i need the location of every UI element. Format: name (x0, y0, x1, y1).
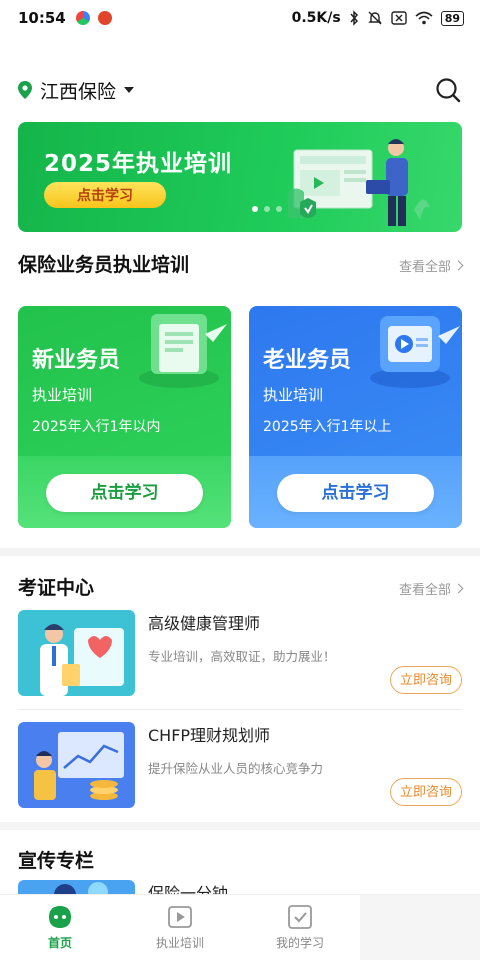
training-view-all[interactable]: 查看全部 (398, 256, 464, 275)
card-description: 2025年入行1年以内 (32, 419, 161, 435)
chevron-right-icon (453, 583, 464, 594)
wifi-icon (415, 11, 433, 25)
cert-item[interactable]: CHFP理财规划师 提升保险从业人员的核心竞争力 立即咨询 (18, 722, 462, 812)
card-title: 新业务员 (32, 348, 121, 373)
sim-off-icon (390, 11, 407, 25)
new-agent-study-button[interactable]: 点击学习 (46, 474, 203, 512)
cert-section-title: 考证中心 (18, 577, 95, 599)
cert-title: CHFP理财规划师 (148, 726, 271, 745)
battery-indicator: 89 (440, 10, 464, 26)
tab-home[interactable]: 首页 (0, 895, 120, 960)
cert-item[interactable]: 高级健康管理师 专业培训，高效取证，助力展业！ 立即咨询 (18, 610, 462, 700)
new-agent-card[interactable]: 新业务员 执业培训 2025年入行1年以内 点击学习 (18, 306, 231, 528)
document-icon (139, 314, 227, 388)
banner-title: 2025年执业培训 (44, 151, 233, 177)
view-all-label: 查看全部 (398, 583, 451, 598)
top-header: 江西保险 (0, 70, 480, 110)
tab-training[interactable]: 执业培训 (120, 895, 240, 960)
play-video-icon (168, 906, 192, 928)
mute-bell-icon (367, 11, 382, 25)
senior-agent-card[interactable]: 老业务员 执业培训 2025年入行1年以上 点击学习 (249, 306, 462, 528)
senior-agent-study-button[interactable]: 点击学习 (277, 474, 434, 512)
consult-button[interactable]: 立即咨询 (390, 778, 462, 806)
promo-section-title: 宣传专栏 (18, 850, 95, 872)
checkbox-icon (288, 905, 312, 929)
city-selector[interactable]: 江西保险 (40, 77, 116, 104)
teacher-illustration (288, 139, 430, 226)
chevron-down-icon[interactable] (124, 87, 135, 93)
carousel-dot[interactable] (252, 206, 258, 212)
list-separator (18, 709, 462, 710)
card-subtitle: 执业培训 (32, 386, 93, 404)
card-subtitle: 执业培训 (263, 386, 324, 404)
home-face-icon (49, 906, 71, 928)
section-divider (0, 548, 480, 556)
promo-banner[interactable]: 2025年执业培训 点击学习 (18, 122, 462, 232)
app-notification-icon (75, 11, 90, 25)
card-description: 2025年入行1年以上 (263, 419, 392, 435)
cert-title: 高级健康管理师 (148, 614, 261, 633)
location-pin-icon (18, 81, 32, 99)
bluetooth-icon (350, 10, 358, 26)
search-icon[interactable] (434, 76, 462, 104)
carousel-dots (252, 206, 282, 212)
consult-button[interactable]: 立即咨询 (390, 666, 462, 694)
section-divider (0, 822, 480, 830)
tab-label: 首页 (47, 936, 72, 950)
tab-label: 执业培训 (155, 936, 204, 950)
view-all-label: 查看全部 (398, 260, 451, 275)
carousel-dot[interactable] (264, 206, 270, 212)
cert-description: 专业培训，高效取证，助力展业！ (148, 649, 336, 664)
cert-description: 提升保险从业人员的核心竞争力 (148, 761, 324, 776)
tab-placeholder (360, 895, 480, 960)
banner-study-button[interactable]: 点击学习 (44, 182, 166, 208)
cert-view-all[interactable]: 查看全部 (398, 579, 464, 598)
tab-my-learning[interactable]: 我的学习 (240, 895, 360, 960)
health-manager-thumbnail (18, 610, 135, 696)
promo-item-title[interactable]: 保险一分钟 (148, 880, 228, 894)
training-section-title: 保险业务员执业培训 (18, 254, 190, 276)
tab-label: 我的学习 (275, 936, 324, 950)
chevron-right-icon (453, 260, 464, 271)
network-speed: 0.5K/s (291, 10, 341, 26)
card-title: 老业务员 (263, 348, 352, 373)
financial-planner-thumbnail (18, 722, 135, 808)
carousel-dot[interactable] (276, 206, 282, 212)
status-time: 10:54 (18, 9, 66, 27)
app-notification-icon-2 (97, 11, 112, 25)
bottom-tab-bar: 首页 执业培训 我的学习 (0, 894, 480, 960)
status-bar: 10:54 0.5K/s 89 (0, 0, 480, 36)
video-icon (370, 316, 460, 388)
